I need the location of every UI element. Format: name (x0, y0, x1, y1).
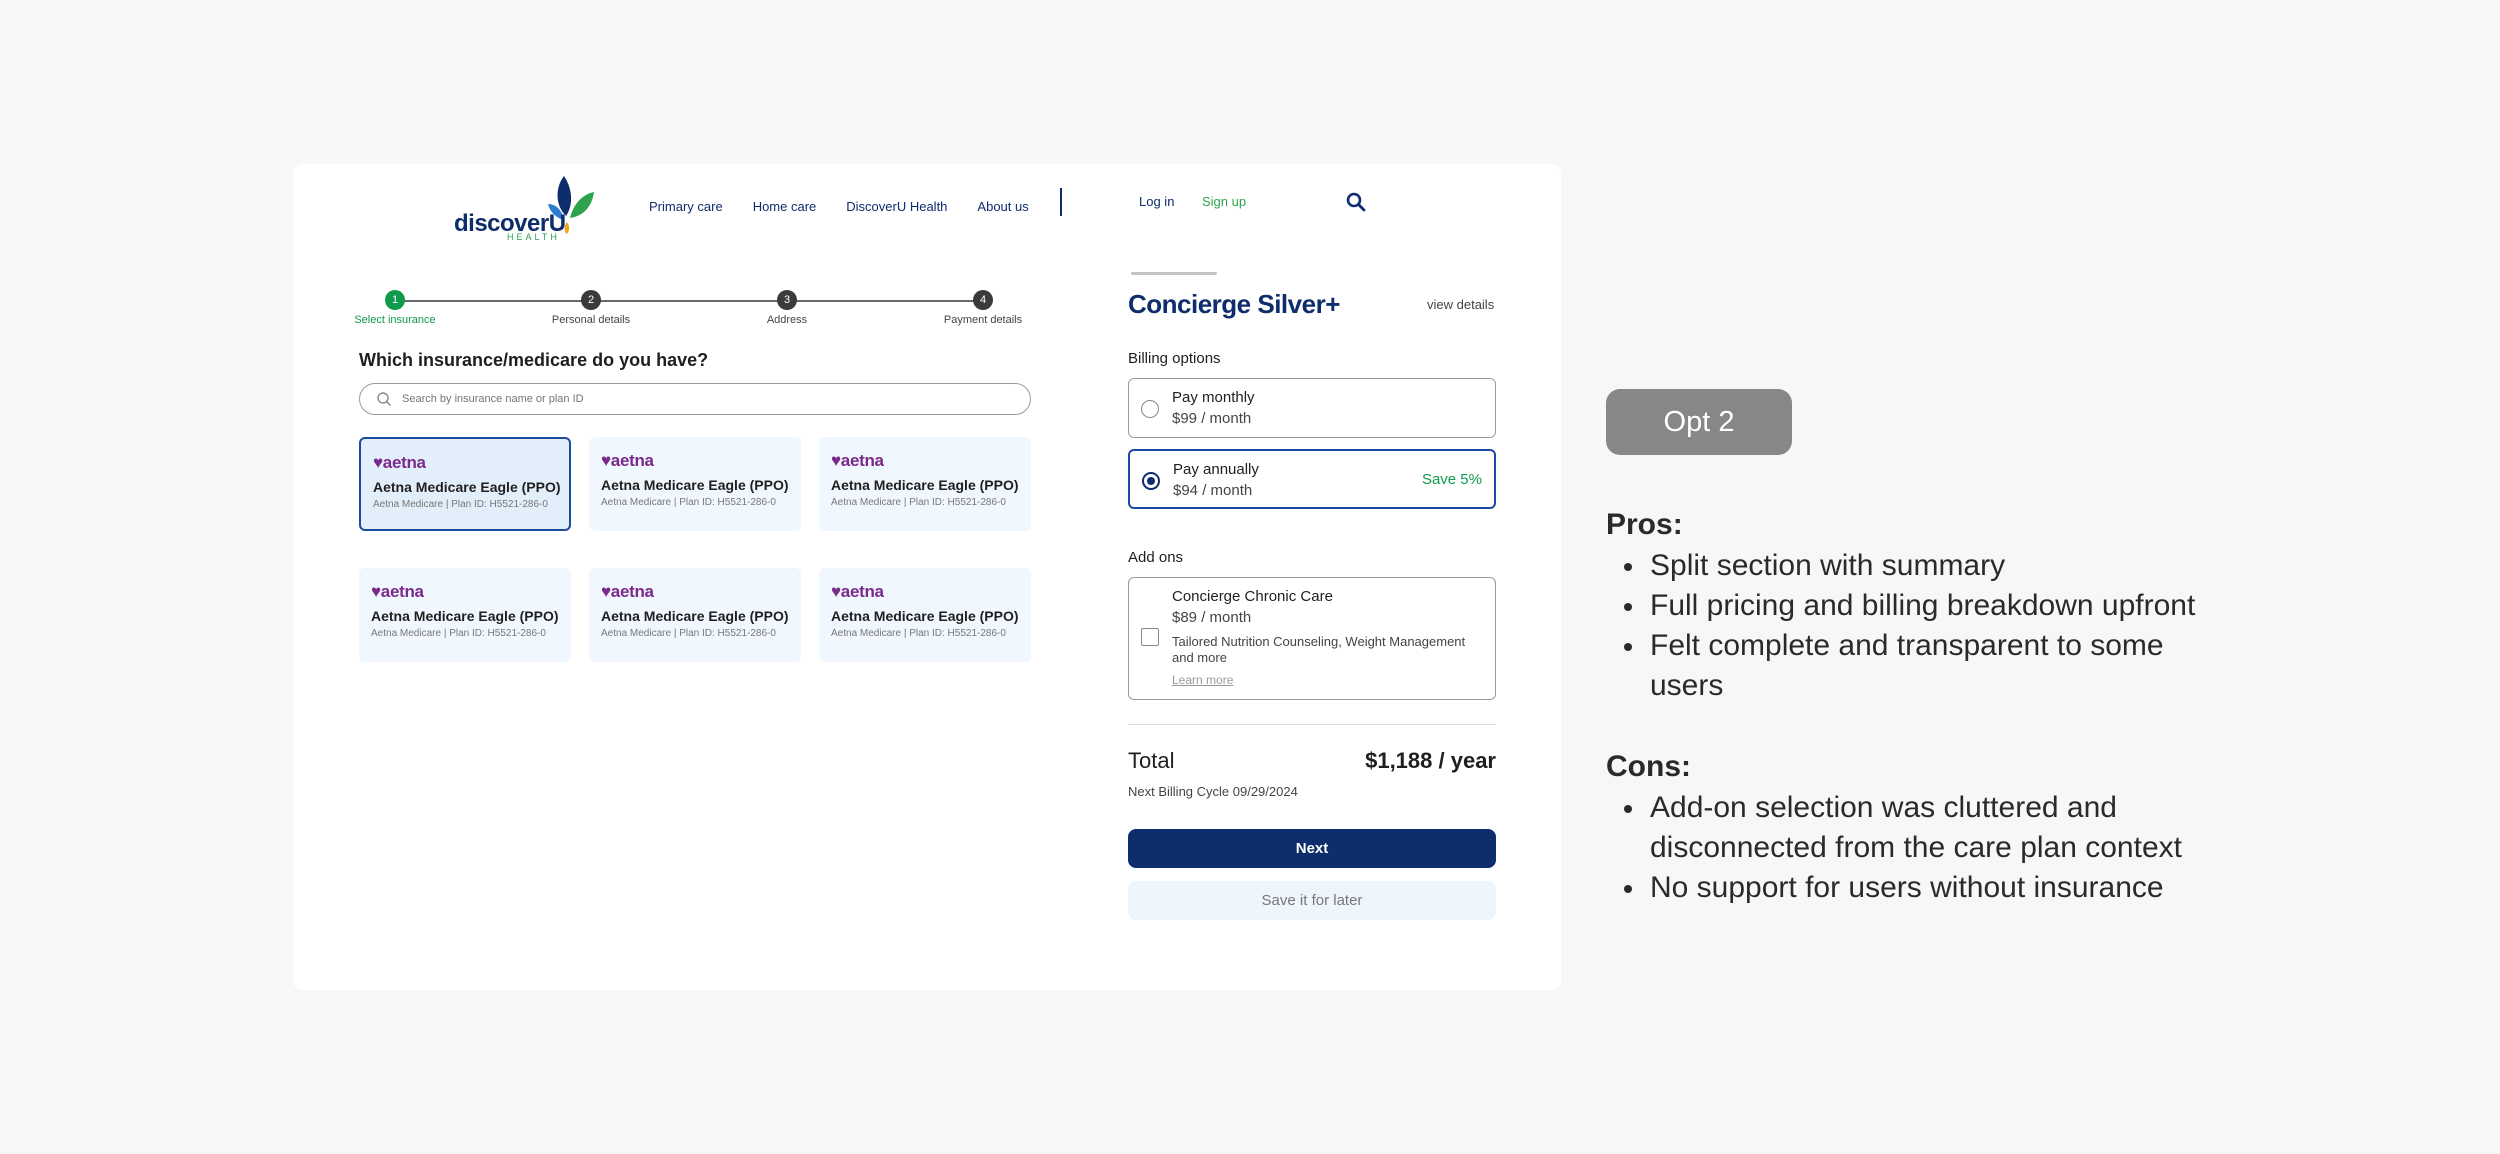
step-label: Address (766, 314, 808, 326)
insurance-search-input[interactable] (402, 393, 1002, 405)
plan-title: Concierge Silver+ (1128, 289, 1340, 319)
cons-heading: Cons: (1606, 750, 1691, 783)
insurance-question: Which insurance/medicare do you have? (359, 350, 709, 370)
step-address[interactable]: 3 Address (732, 290, 842, 326)
addon-checkbox[interactable] (1141, 628, 1159, 646)
step-label: Payment details (943, 314, 1023, 326)
addon-description: Tailored Nutrition Counseling, Weight Ma… (1172, 634, 1466, 665)
addons-label: Add ons (1128, 549, 1184, 566)
aetna-logo: ♥aetna (831, 582, 884, 601)
nav-divider (1060, 188, 1062, 216)
logo-subtext: HEALTH (507, 232, 560, 242)
nav-discoveru-health[interactable]: DiscoverU Health (846, 199, 947, 214)
step-number: 1 (385, 290, 405, 310)
step-label: Personal details (551, 314, 631, 326)
step-select-insurance[interactable]: 1 Select insurance (340, 290, 450, 326)
plan-name: Aetna Medicare Eagle (PPO) (831, 477, 1019, 493)
aetna-logo: ♥aetna (373, 453, 426, 472)
stepper-line (395, 300, 991, 302)
insurance-card[interactable]: ♥aetna Aetna Medicare Eagle (PPO) Aetna … (359, 568, 571, 662)
step-number: 2 (581, 290, 601, 310)
savings-badge: Save 5% (1421, 471, 1482, 488)
main-nav: Primary care Home care DiscoverU Health … (649, 194, 1059, 218)
billing-option-annual[interactable]: Pay annually $94 / month Save 5% (1128, 449, 1496, 509)
plan-id: Aetna Medicare | Plan ID: H5521-286-0 (373, 499, 548, 510)
total-label: Total (1128, 748, 1175, 773)
pros-heading: Pros: (1606, 508, 1683, 541)
billing-price: $94 / month (1173, 482, 1253, 499)
nav-home-care[interactable]: Home care (753, 199, 817, 214)
view-details-link[interactable]: view details (1427, 297, 1494, 312)
step-number: 4 (973, 290, 993, 310)
radio-button-selected[interactable] (1142, 472, 1160, 490)
plan-name: Aetna Medicare Eagle (PPO) (371, 608, 559, 624)
cons-item: No support for users without insurance (1606, 868, 2306, 908)
insurance-card[interactable]: ♥aetna Aetna Medicare Eagle (PPO) Aetna … (819, 437, 1031, 531)
step-label: Select insurance (354, 314, 436, 326)
step-personal-details[interactable]: 2 Personal details (536, 290, 646, 326)
cons-list: Add-on selection was cluttered and disco… (1606, 788, 2486, 908)
signup-link[interactable]: Sign up (1202, 194, 1246, 209)
plan-name: Aetna Medicare Eagle (PPO) (831, 608, 1019, 624)
aetna-logo: ♥aetna (831, 451, 884, 470)
plan-name: Aetna Medicare Eagle (PPO) (373, 479, 561, 495)
step-payment-details[interactable]: 4 Payment details (928, 290, 1038, 326)
pros-list: Split section with summary Full pricing … (1606, 546, 2486, 706)
learn-more-link[interactable]: Learn more (1172, 673, 1233, 687)
discoveru-logo[interactable]: discoverU HEALTH (454, 174, 594, 244)
billing-title: Pay monthly (1172, 389, 1255, 406)
nav-about-us[interactable]: About us (977, 199, 1028, 214)
plan-name: Aetna Medicare Eagle (PPO) (601, 477, 789, 493)
plan-id: Aetna Medicare | Plan ID: H5521-286-0 (831, 628, 1006, 639)
billing-title: Pay annually (1173, 461, 1259, 478)
nav-primary-care[interactable]: Primary care (649, 199, 723, 214)
addon-title: Concierge Chronic Care (1172, 588, 1333, 605)
plan-id: Aetna Medicare | Plan ID: H5521-286-0 (831, 497, 1006, 508)
plan-id: Aetna Medicare | Plan ID: H5521-286-0 (601, 628, 776, 639)
pros-cons-notes: Pros: Split section with summary Full pr… (1606, 508, 2486, 908)
pros-item: Felt complete and transparent to some us… (1606, 626, 2226, 706)
addon-option[interactable]: Concierge Chronic Care $89 / month Tailo… (1128, 577, 1496, 700)
drawer-handle (1131, 272, 1217, 275)
checkout-mockup: discoverU HEALTH Primary care Home care … (293, 164, 1561, 990)
addon-price: $89 / month (1172, 609, 1252, 626)
insurance-search-box[interactable] (359, 383, 1031, 415)
cons-item: Add-on selection was cluttered and disco… (1606, 788, 2226, 868)
aetna-logo: ♥aetna (601, 451, 654, 470)
divider (1128, 724, 1496, 725)
step-number: 3 (777, 290, 797, 310)
insurance-card[interactable]: ♥aetna Aetna Medicare Eagle (PPO) Aetna … (589, 437, 801, 531)
aetna-logo: ♥aetna (371, 582, 424, 601)
total-value: $1,188 / year (1365, 748, 1496, 773)
pros-item: Split section with summary (1606, 546, 2226, 586)
plan-name: Aetna Medicare Eagle (PPO) (601, 608, 789, 624)
next-button[interactable]: Next (1128, 829, 1496, 868)
login-link[interactable]: Log in (1139, 194, 1174, 209)
billing-options-label: Billing options (1128, 350, 1221, 367)
aetna-logo: ♥aetna (601, 582, 654, 601)
progress-stepper: 1 Select insurance 2 Personal details 3 … (353, 290, 1029, 330)
insurance-card[interactable]: ♥aetna Aetna Medicare Eagle (PPO) Aetna … (359, 437, 571, 531)
option-badge: Opt 2 (1606, 389, 1792, 455)
pros-item: Full pricing and billing breakdown upfro… (1606, 586, 2226, 626)
insurance-card[interactable]: ♥aetna Aetna Medicare Eagle (PPO) Aetna … (819, 568, 1031, 662)
plan-id: Aetna Medicare | Plan ID: H5521-286-0 (601, 497, 776, 508)
insurance-card[interactable]: ♥aetna Aetna Medicare Eagle (PPO) Aetna … (589, 568, 801, 662)
search-icon[interactable] (1345, 191, 1367, 213)
search-icon (377, 392, 391, 406)
save-for-later-button[interactable]: Save it for later (1128, 881, 1496, 920)
billing-option-monthly[interactable]: Pay monthly $99 / month (1128, 378, 1496, 438)
billing-price: $99 / month (1172, 410, 1252, 427)
next-billing-cycle: Next Billing Cycle 09/29/2024 (1128, 784, 1298, 799)
plan-id: Aetna Medicare | Plan ID: H5521-286-0 (371, 628, 546, 639)
radio-button[interactable] (1141, 400, 1159, 418)
